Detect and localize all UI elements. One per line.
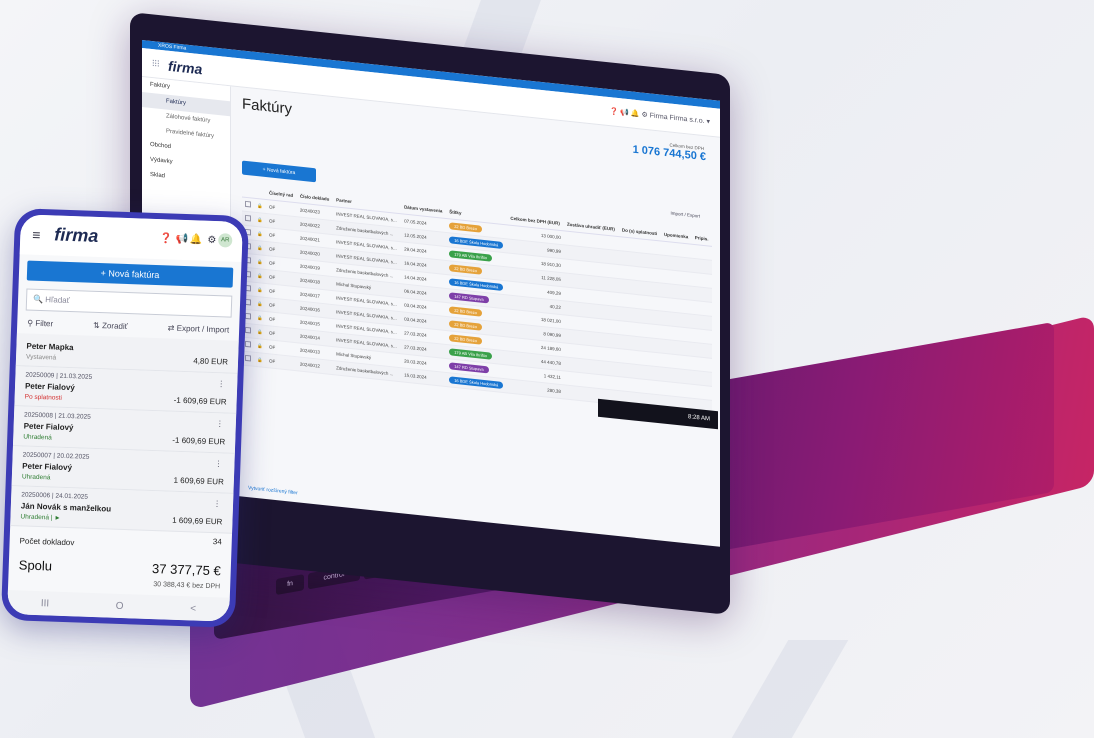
row-checkbox[interactable]: [245, 312, 251, 320]
key[interactable]: fn: [276, 574, 304, 596]
lock-icon: 🔒: [257, 314, 263, 321]
lock-icon: 🔒: [257, 328, 263, 335]
sum-row: Spolu 37 377,75 € 30 388,43 € bez DPH: [8, 552, 231, 595]
row-lock-cell: 🔒: [254, 240, 267, 256]
phone-new-invoice-button[interactable]: + Nová faktúra: [26, 260, 234, 288]
lock-icon: 🔒: [257, 356, 263, 363]
help-icon[interactable]: ❓: [160, 233, 173, 244]
avatar[interactable]: AR: [218, 233, 233, 248]
row-checkbox[interactable]: [245, 340, 251, 348]
header-icons[interactable]: ❓ 📢 🔔 ⚙ Firma Firma s.r.o. ▾: [610, 107, 711, 126]
series-cell: OF: [266, 353, 297, 371]
more-icon[interactable]: ⋮: [217, 379, 225, 388]
more-icon[interactable]: ⋮: [214, 459, 222, 468]
count-label: Počet dokladov: [19, 536, 75, 548]
gear-icon[interactable]: ⚙: [207, 235, 216, 246]
background-stripe: [731, 640, 849, 738]
megaphone-icon[interactable]: 📢: [176, 234, 189, 245]
sum-label: Spolu: [18, 557, 53, 574]
tag-badge: 16 BDE Škola Hodonská: [449, 376, 504, 389]
row-checkbox-cell[interactable]: [242, 197, 255, 213]
row-checkbox[interactable]: [245, 326, 251, 334]
lock-icon: 🔒: [257, 216, 263, 223]
lock-icon: 🔒: [257, 300, 263, 307]
recents-icon[interactable]: III: [41, 598, 50, 609]
row-lock-cell: 🔒: [254, 352, 267, 368]
more-icon[interactable]: ⋮: [213, 499, 221, 508]
sum-value: 37 377,75 €: [151, 561, 221, 579]
main-content: Faktúry Celkom bez DPH 1 076 744,50 € + …: [234, 87, 720, 547]
row-lock-cell: 🔒: [254, 198, 267, 214]
count-value: 34: [212, 537, 222, 547]
tag-badge: 22 BD Brezo: [449, 306, 482, 317]
filter-button[interactable]: ⚲ Filter: [27, 319, 53, 329]
phone-nav-bar: III O <: [7, 590, 230, 622]
bell-icon[interactable]: 🔔: [190, 234, 203, 245]
lock-icon: 🔒: [257, 230, 263, 237]
new-invoice-button[interactable]: + Nová faktúra: [242, 160, 316, 183]
apps-grid-icon[interactable]: [152, 59, 159, 67]
tag-badge: 22 BD Brezo: [449, 264, 482, 275]
home-icon[interactable]: O: [116, 600, 124, 611]
sort-button[interactable]: ⇅ Zoradiť: [93, 321, 128, 331]
item-amount: -1 609,69 EUR: [173, 395, 227, 407]
advanced-filter-link[interactable]: Vytvoriť rozšírený filter: [248, 485, 298, 496]
item-amount: -1 609,69 EUR: [172, 435, 226, 447]
sum-sub: 30 388,43 € bez DPH: [153, 581, 221, 591]
tag-badge: 22 BD Brezo: [449, 222, 482, 233]
doc-number-cell[interactable]: 20240012: [296, 356, 334, 375]
row-checkbox[interactable]: [245, 214, 251, 222]
phone: ≡ firma ❓ 📢 🔔 ⚙ AR + Nová faktúra 🔍 Hľad…: [0, 208, 250, 628]
search-input[interactable]: 🔍 Hľadať: [25, 288, 233, 318]
item-amount: 4,80 EUR: [193, 356, 229, 367]
app-logo[interactable]: firma: [168, 58, 202, 78]
row-lock-cell: 🔒: [254, 296, 267, 312]
row-lock-cell: 🔒: [254, 310, 267, 326]
row-lock-cell: 🔒: [254, 282, 267, 298]
row-lock-cell: 🔒: [254, 254, 267, 270]
tag-badge: 179 AB Vila Ihrišto: [449, 348, 492, 360]
row-lock-cell: 🔒: [254, 338, 267, 354]
row-checkbox[interactable]: [245, 200, 251, 208]
tag-badge: 147 RD Stupava: [449, 292, 489, 304]
hamburger-icon[interactable]: ≡: [32, 227, 41, 243]
import-export-button[interactable]: Import / Export: [670, 211, 700, 219]
phone-logo[interactable]: firma: [54, 224, 99, 247]
lock-icon: 🔒: [257, 342, 263, 349]
filter-label: Filter: [35, 318, 54, 329]
row-lock-cell: 🔒: [254, 324, 267, 340]
tag-badge: 147 RD Stupava: [449, 362, 489, 374]
tag-badge: 179 AB Vila Ihrišto: [449, 250, 492, 262]
table-header-spacer: [254, 184, 267, 200]
phone-screen: ≡ firma ❓ 📢 🔔 ⚙ AR + Nová faktúra 🔍 Hľad…: [7, 214, 243, 622]
lock-icon: 🔒: [257, 202, 263, 209]
back-icon[interactable]: <: [190, 603, 196, 614]
more-icon[interactable]: ⋮: [216, 419, 224, 428]
export-label: Export / Import: [176, 323, 230, 335]
user-menu[interactable]: Firma Firma s.r.o. ▾: [650, 112, 710, 125]
row-checkbox[interactable]: [245, 354, 251, 362]
tag-badge: 22 BD Brezo: [449, 334, 482, 345]
lock-icon: 🔒: [257, 286, 263, 293]
table-header-spacer: [242, 183, 255, 199]
row-lock-cell: 🔒: [254, 268, 267, 284]
search-placeholder: Hľadať: [45, 295, 70, 305]
export-button[interactable]: ⇄ Export / Import: [168, 323, 230, 334]
item-amount: 1 609,69 EUR: [172, 515, 223, 527]
lock-icon: 🔒: [257, 244, 263, 251]
lock-icon: 🔒: [257, 272, 263, 279]
row-checkbox-cell[interactable]: [242, 211, 255, 227]
row-lock-cell: 🔒: [254, 226, 267, 242]
phone-header: ≡ firma ❓ 📢 🔔 ⚙ AR: [19, 214, 243, 262]
tag-badge: 22 BD Brezo: [449, 320, 482, 331]
page-title: Faktúry: [242, 95, 293, 118]
row-lock-cell: 🔒: [254, 212, 267, 228]
invoice-table: Číselný rad Číslo dokladu Partner Dátum vys…: [242, 183, 712, 415]
item-amount: 1 609,69 EUR: [173, 475, 224, 487]
sort-label: Zoradiť: [101, 321, 128, 332]
lock-icon: 🔒: [257, 258, 263, 265]
phone-filter-bar: ⚲ Filter ⇅ Zoradiť ⇄ Export / Import: [27, 319, 229, 335]
invoice-list: Peter Mapka Vystavená 4,80 EUR 20250009 | 2…: [10, 333, 239, 534]
